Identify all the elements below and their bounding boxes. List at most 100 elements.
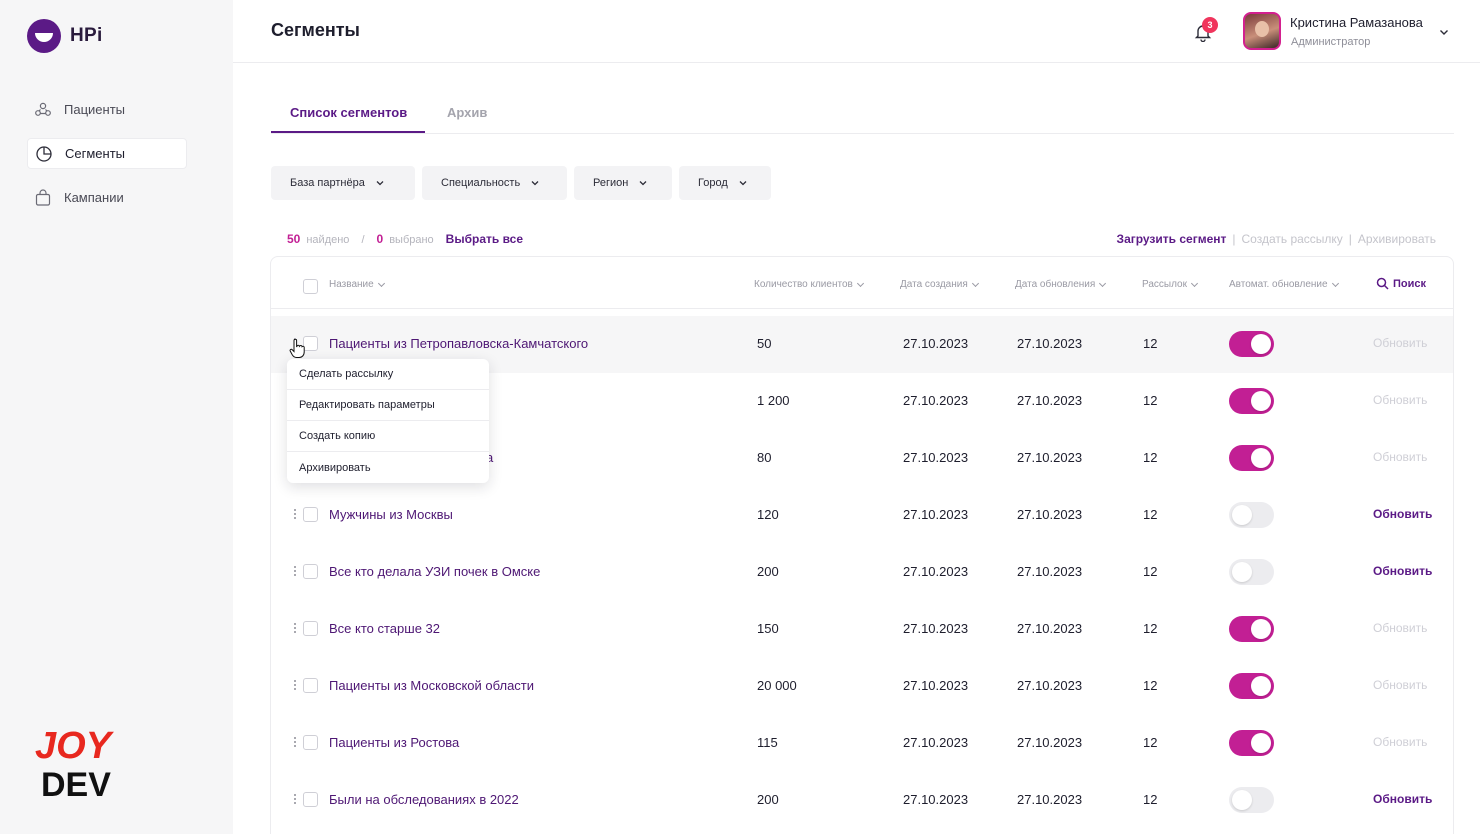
row-checkbox[interactable]	[303, 678, 318, 693]
archive-button[interactable]: Архивировать	[1358, 232, 1436, 246]
auto-update-toggle[interactable]	[1229, 388, 1274, 414]
segment-name-link[interactable]: Мужчины из Москвы	[329, 507, 453, 522]
table-row[interactable]: Пациенты из Московской области 20 000 27.1…	[271, 658, 1453, 715]
sort-caret-icon	[1099, 279, 1107, 287]
auto-update-toggle[interactable]	[1229, 616, 1274, 642]
segment-name-link[interactable]: Все кто делала УЗИ почек в Омске	[329, 564, 540, 579]
user-role: Администратор	[1291, 36, 1371, 48]
row-checkbox[interactable]	[303, 792, 318, 807]
row-checkbox[interactable]	[303, 564, 318, 579]
upload-segment-button[interactable]: Загрузить сегмент	[1117, 232, 1227, 246]
filter-partner-base[interactable]: База партнёра	[271, 166, 415, 200]
user-name[interactable]: Кристина Рамазанова	[1290, 15, 1423, 30]
mailings-count: 12	[1143, 792, 1158, 807]
auto-update-toggle[interactable]	[1229, 673, 1274, 699]
avatar[interactable]	[1243, 12, 1281, 50]
refresh-button[interactable]: Обновить	[1373, 735, 1427, 749]
row-checkbox[interactable]	[303, 621, 318, 636]
filter-specialty[interactable]: Специальность	[422, 166, 567, 200]
auto-update-toggle[interactable]	[1229, 559, 1274, 585]
created-date: 27.10.2023	[903, 792, 969, 807]
app-root: HPi Пациенты Сегменты Кампании JOY DEV С…	[0, 0, 1480, 834]
sort-caret-icon	[971, 279, 979, 287]
segment-name-link[interactable]: Были на обследованиях в 2022	[329, 792, 519, 807]
column-clients[interactable]: Количество клиентов	[754, 279, 864, 290]
refresh-button[interactable]: Обновить	[1373, 336, 1427, 350]
filter-label: Специальность	[441, 177, 521, 189]
tab-segments-list[interactable]: Список сегментов	[270, 105, 426, 133]
chevron-down-icon	[639, 181, 647, 186]
column-updated[interactable]: Дата обновления	[1015, 279, 1107, 290]
auto-update-toggle[interactable]	[1229, 502, 1274, 528]
drag-handle-icon[interactable]	[292, 735, 298, 751]
sidebar-item-label: Сегменты	[65, 146, 126, 161]
sidebar-item-segments[interactable]: Сегменты	[27, 138, 187, 169]
sort-caret-icon	[1331, 279, 1339, 287]
select-all-link[interactable]: Выбрать все	[446, 232, 523, 246]
joydev-logo: JOY DEV	[35, 725, 115, 802]
column-created[interactable]: Дата создания	[900, 279, 979, 290]
refresh-button[interactable]: Обновить	[1373, 564, 1432, 578]
toggle-knob	[1232, 790, 1252, 810]
sort-caret-icon	[1190, 279, 1199, 287]
menu-item-make-mailing[interactable]: Сделать рассылку	[287, 359, 489, 390]
drag-handle-icon[interactable]	[292, 564, 298, 580]
toggle-knob	[1251, 448, 1271, 468]
tab-archive[interactable]: Архив	[447, 105, 487, 120]
refresh-button[interactable]: Обновить	[1373, 678, 1427, 692]
created-date: 27.10.2023	[903, 621, 969, 636]
segment-name-link[interactable]: Пациенты из Ростова	[329, 735, 459, 750]
row-checkbox[interactable]	[303, 735, 318, 750]
segment-name-link[interactable]: Пациенты из Московской области	[329, 678, 534, 693]
refresh-button[interactable]: Обновить	[1373, 792, 1432, 806]
auto-update-toggle[interactable]	[1229, 787, 1274, 813]
refresh-button[interactable]: Обновить	[1373, 507, 1432, 521]
sidebar-item-campaigns[interactable]: Кампании	[27, 182, 187, 213]
mailings-count: 12	[1143, 621, 1158, 636]
menu-item-archive[interactable]: Архивировать	[287, 452, 489, 483]
logo-watermark-top: JOY	[35, 725, 115, 767]
column-name[interactable]: Название	[329, 279, 385, 290]
table-row[interactable]: Все кто старше 32 150 27.10.2023 27.10.2023…	[271, 601, 1453, 658]
auto-update-toggle[interactable]	[1229, 445, 1274, 471]
menu-item-edit-params[interactable]: Редактировать параметры	[287, 390, 489, 421]
sidebar-item-patients[interactable]: Пациенты	[27, 94, 187, 125]
auto-update-toggle[interactable]	[1229, 331, 1274, 357]
drag-handle-icon[interactable]	[292, 678, 298, 694]
filter-region[interactable]: Регион	[574, 166, 672, 200]
create-mailing-button[interactable]: Создать рассылку	[1242, 232, 1343, 246]
toggle-knob	[1232, 562, 1252, 582]
mailings-count: 12	[1143, 564, 1158, 579]
clients-count: 120	[757, 507, 779, 522]
filters-bar: База партнёра Специальность Регион Город	[271, 166, 771, 200]
filter-city[interactable]: Город	[679, 166, 771, 200]
table-row[interactable]: Все кто делала УЗИ почек в Омске 200 27.10…	[271, 544, 1453, 601]
drag-handle-icon[interactable]	[292, 792, 298, 808]
column-auto-update[interactable]: Автомат. обновление	[1229, 279, 1339, 290]
refresh-button[interactable]: Обновить	[1373, 621, 1427, 635]
segment-name-link[interactable]: Пациенты из Петропавловска-Камчатского	[329, 336, 588, 351]
updated-date: 27.10.2023	[1017, 336, 1083, 351]
column-mailings[interactable]: Рассылок	[1142, 279, 1199, 290]
menu-item-create-copy[interactable]: Создать копию	[287, 421, 489, 452]
row-checkbox[interactable]	[303, 507, 318, 522]
table-row[interactable]: Были на обследованиях в 2022 200 27.10.202…	[271, 772, 1453, 829]
chevron-down-icon[interactable]	[1438, 26, 1450, 38]
auto-update-toggle[interactable]	[1229, 730, 1274, 756]
row-checkbox[interactable]	[303, 336, 318, 351]
segment-name-link[interactable]: Все кто старше 32	[329, 621, 440, 636]
refresh-button[interactable]: Обновить	[1373, 393, 1427, 407]
drag-handle-icon[interactable]	[292, 507, 298, 523]
page-title: Сегменты	[271, 20, 360, 40]
created-date: 27.10.2023	[903, 507, 969, 522]
drag-handle-icon[interactable]	[292, 621, 298, 637]
select-all-checkbox[interactable]	[303, 279, 318, 294]
table-search-button[interactable]: Поиск	[1376, 277, 1426, 290]
updated-date: 27.10.2023	[1017, 507, 1083, 522]
toggle-knob	[1251, 619, 1271, 639]
column-label: Количество клиентов	[754, 279, 853, 290]
table-row[interactable]: Пациенты из Ростова 115 27.10.2023 27.10.20…	[271, 715, 1453, 772]
logo[interactable]: HPi	[27, 19, 103, 53]
refresh-button[interactable]: Обновить	[1373, 450, 1427, 464]
table-row[interactable]: Мужчины из Москвы 120 27.10.2023 27.10.2023…	[271, 487, 1453, 544]
